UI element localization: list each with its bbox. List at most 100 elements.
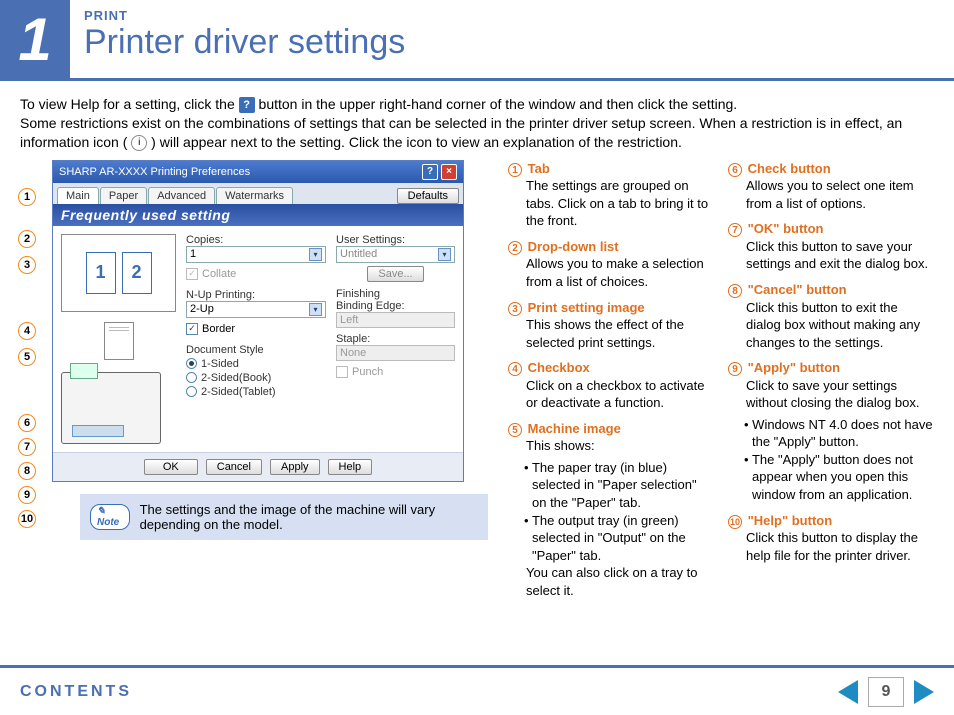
window-title: SHARP AR-XXXX Printing Preferences <box>59 166 250 178</box>
callout-3: 3 <box>18 256 36 274</box>
callout-4: 4 <box>18 322 36 340</box>
item1-body: The settings are grouped on tabs. Click … <box>526 177 714 230</box>
print-preview-image: 1 2 <box>61 234 176 312</box>
copies-label: Copies: <box>186 234 326 246</box>
border-checkbox[interactable]: ✓ <box>186 323 198 335</box>
page-footer: CONTENTS 9 <box>0 665 954 715</box>
preview-page-1: 1 <box>86 252 116 294</box>
callout-10: 10 <box>18 510 36 528</box>
save-usersettings-button[interactable]: Save... <box>367 266 423 282</box>
item5-title: Machine image <box>528 421 621 436</box>
usersettings-dropdown[interactable]: Untitled▾ <box>336 246 455 263</box>
item9-bullet2: • The "Apply" button does not appear whe… <box>752 451 934 504</box>
item9-title: "Apply" button <box>748 360 840 375</box>
spinner-icon[interactable]: ▾ <box>309 248 322 261</box>
punch-checkbox <box>336 366 348 378</box>
page-number: 9 <box>868 677 904 707</box>
intro-text-2: button in the upper right-hand corner of… <box>259 96 738 112</box>
machine-image[interactable] <box>61 372 161 444</box>
item5-bullet1: • The paper tray (in blue) selected in "… <box>532 459 714 512</box>
item4-body: Click on a checkbox to activate or deact… <box>526 377 714 412</box>
binding-dropdown: Left <box>336 312 455 328</box>
radio-2sided-tablet[interactable] <box>186 386 197 397</box>
ok-button[interactable]: OK <box>144 459 198 475</box>
item5-bullet2: • The output tray (in green) selected in… <box>532 512 714 565</box>
item7-body: Click this button to save your settings … <box>746 238 934 273</box>
radio-1sided[interactable] <box>186 358 197 369</box>
item6-body: Allows you to select one item from a lis… <box>746 177 934 212</box>
callout-5: 5 <box>18 348 36 366</box>
document-icon <box>104 322 134 360</box>
collate-label: Collate <box>202 268 236 280</box>
usersettings-label: User Settings: <box>336 234 455 246</box>
info-icon: i <box>131 135 147 151</box>
chevron-down-icon[interactable]: ▾ <box>309 303 322 316</box>
tab-paper[interactable]: Paper <box>100 187 147 204</box>
explanations: 1 Tab The settings are grouped on tabs. … <box>508 160 934 608</box>
staple-dropdown: None <box>336 345 455 361</box>
item2-title: Drop-down list <box>528 239 619 254</box>
item9-body: Click to save your settings without clos… <box>746 377 934 412</box>
intro-paragraph: To view Help for a setting, click the ? … <box>0 81 954 160</box>
prev-page-button[interactable] <box>838 680 858 704</box>
callout-numbers: 1 2 3 4 5 6 7 8 9 10 <box>18 188 36 534</box>
finishing-label: Finishing <box>336 288 455 300</box>
apply-button[interactable]: Apply <box>270 459 320 475</box>
cancel-button[interactable]: Cancel <box>206 459 262 475</box>
chevron-down-icon[interactable]: ▾ <box>438 248 451 261</box>
collate-checkbox[interactable]: ✓ <box>186 268 198 280</box>
chapter-number: 1 <box>18 5 51 74</box>
item3-body: This shows the effect of the selected pr… <box>526 316 714 351</box>
note-text: The settings and the image of the machin… <box>140 502 478 532</box>
nup-label: N-Up Printing: <box>186 289 326 301</box>
frequent-settings-bar: Frequently used setting <box>53 204 463 226</box>
callout-6: 6 <box>18 414 36 432</box>
callout-7: 7 <box>18 438 36 456</box>
staple-label: Staple: <box>336 333 455 345</box>
help-button[interactable]: Help <box>328 459 373 475</box>
titlebar-help-button[interactable]: ? <box>422 164 438 180</box>
tab-row: Main Paper Advanced Watermarks Defaults <box>53 183 463 204</box>
item9-bullet1: • Windows NT 4.0 does not have the "Appl… <box>752 416 934 451</box>
binding-label: Binding Edge: <box>336 300 455 312</box>
callout-2: 2 <box>18 230 36 248</box>
copies-input[interactable]: 1▾ <box>186 246 326 263</box>
tab-advanced[interactable]: Advanced <box>148 187 215 204</box>
tab-watermarks[interactable]: Watermarks <box>216 187 293 204</box>
contents-link[interactable]: CONTENTS <box>20 683 132 701</box>
page-header: 1 PRINT Printer driver settings <box>0 0 954 78</box>
note-box: Note The settings and the image of the m… <box>80 494 488 540</box>
defaults-button[interactable]: Defaults <box>397 188 459 204</box>
intro-text-4: ) will appear next to the setting. Click… <box>151 134 682 150</box>
dialog-button-row: OK Cancel Apply Help <box>53 452 463 481</box>
preview-page-2: 2 <box>122 252 152 294</box>
callout-1: 1 <box>18 188 36 206</box>
item6-title: Check button <box>748 161 831 176</box>
item5-intro: This shows: <box>526 437 714 455</box>
item2-body: Allows you to make a selection from a li… <box>526 255 714 290</box>
item5-out: You can also click on a tray to select i… <box>526 564 714 599</box>
callout-8: 8 <box>18 462 36 480</box>
item8-title: "Cancel" button <box>748 282 847 297</box>
border-label: Border <box>202 323 235 335</box>
item7-title: "OK" button <box>748 221 824 236</box>
titlebar-close-button[interactable]: × <box>441 164 457 180</box>
item1-title: Tab <box>528 161 550 176</box>
window-titlebar: SHARP AR-XXXX Printing Preferences ? × <box>53 161 463 183</box>
page-title: Printer driver settings <box>84 23 405 62</box>
callout-9: 9 <box>18 486 36 504</box>
note-pill: Note <box>90 504 130 530</box>
next-page-button[interactable] <box>914 680 934 704</box>
item10-body: Click this button to display the help fi… <box>746 529 934 564</box>
nup-dropdown[interactable]: 2-Up▾ <box>186 301 326 318</box>
tab-main[interactable]: Main <box>57 187 99 204</box>
radio-2sided-book[interactable] <box>186 372 197 383</box>
help-icon: ? <box>239 97 255 113</box>
item10-title: "Help" button <box>748 513 833 528</box>
intro-text-1: To view Help for a setting, click the <box>20 96 239 112</box>
item8-body: Click this button to exit the dialog box… <box>746 299 934 352</box>
chapter-number-box: 1 <box>0 0 70 78</box>
driver-window: SHARP AR-XXXX Printing Preferences ? × M… <box>52 160 464 482</box>
item4-title: Checkbox <box>528 360 590 375</box>
item3-title: Print setting image <box>528 300 645 315</box>
